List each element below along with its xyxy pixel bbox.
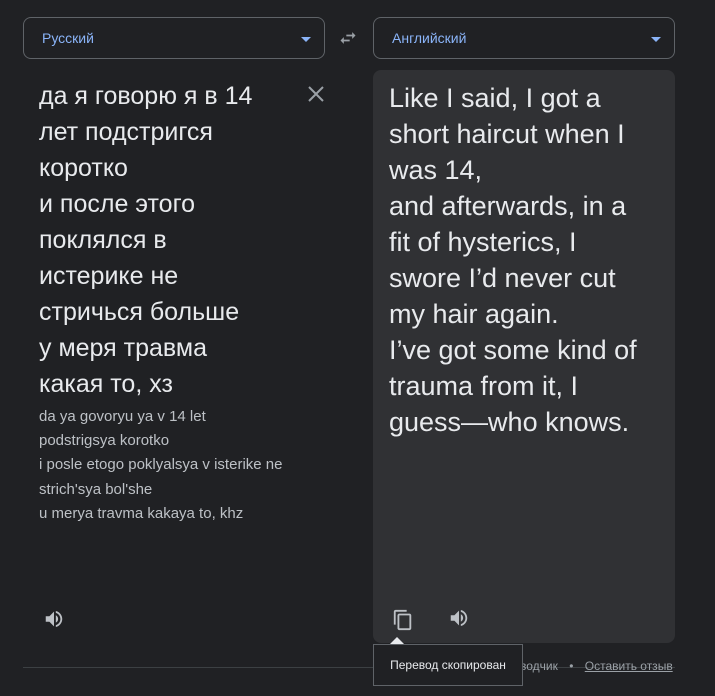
source-text-input[interactable]: да я говорю я в 14 лет подстригся коротк… [39,78,289,402]
listen-source-button[interactable] [41,606,67,632]
swap-icon [340,32,356,44]
source-language-label: Русский [42,30,94,46]
footer-partial-text: водчик [520,659,558,673]
tooltip-text: Перевод скопирован [390,658,506,672]
target-language-select[interactable]: Английский [373,17,675,59]
footer: водчик • Оставить отзыв [520,659,673,673]
close-icon [308,86,324,102]
chevron-down-icon [301,37,311,42]
source-transliteration: da ya govoryu ya v 14 let podstrigsya ko… [39,408,283,522]
source-language-select[interactable]: Русский [23,17,325,59]
chevron-down-icon [651,37,661,42]
copied-tooltip: Перевод скопирован [373,644,523,686]
swap-languages-button[interactable] [336,26,360,50]
translation-panel: Like I said, I got a short haircut when … [373,70,675,643]
footer-separator: • [569,659,574,673]
speaker-icon [45,610,63,628]
copy-translation-button[interactable] [390,607,416,633]
copy-icon [393,609,412,631]
clear-source-button[interactable] [304,82,328,106]
listen-translation-button[interactable] [446,605,472,631]
feedback-link[interactable]: Оставить отзыв [585,659,673,673]
target-language-label: Английский [392,30,467,46]
translation-text: Like I said, I got a short haircut when … [389,83,637,437]
speaker-icon [450,609,468,627]
